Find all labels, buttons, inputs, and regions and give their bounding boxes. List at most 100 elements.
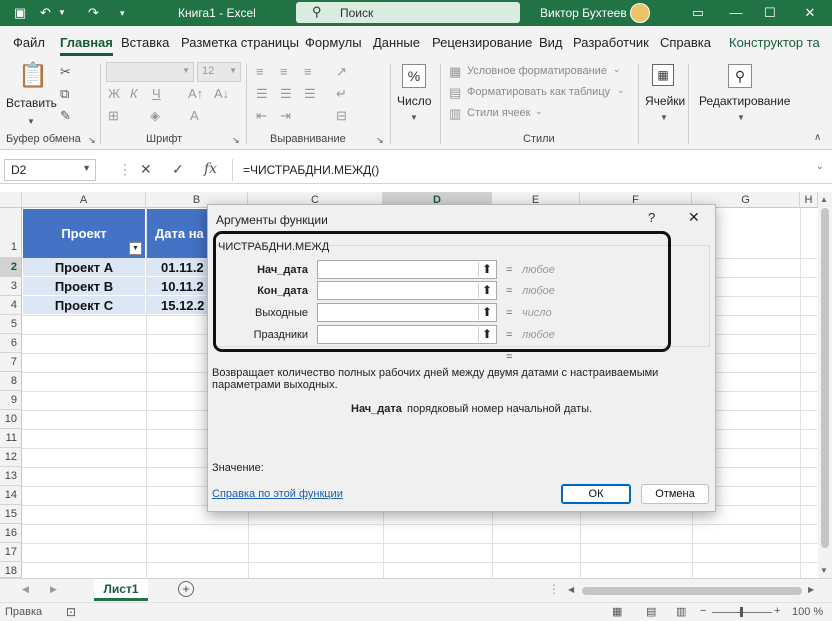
underline-icon[interactable]: Ч [152, 86, 161, 102]
zoom-slider-handle[interactable] [740, 607, 743, 617]
row-header-3[interactable]: 3 [0, 277, 22, 296]
cell-styles-button[interactable]: Стили ячеек [467, 107, 530, 119]
maximize-icon[interactable]: ☐ [760, 3, 780, 23]
customize-toolbar-icon[interactable]: ▾ [120, 5, 125, 21]
row-header-7[interactable]: 7 [0, 353, 22, 372]
paste-icon[interactable]: 📋 [18, 62, 48, 90]
close-icon[interactable]: ✕ [688, 209, 700, 226]
formula-input[interactable]: =ЧИСТРАБДНИ.МЕЖД() [232, 159, 828, 181]
page-layout-view-icon[interactable]: ▤ [646, 605, 656, 618]
tab-table-design[interactable]: Конструктор та [729, 35, 820, 50]
save-icon[interactable]: ▣ [14, 5, 26, 21]
tab-insert[interactable]: Вставка [121, 35, 169, 50]
tab-view[interactable]: Вид [539, 35, 563, 50]
paste-dropdown-icon[interactable]: ▼ [27, 114, 35, 130]
row-header-12[interactable]: 12 [0, 448, 22, 467]
column-header-h[interactable]: H [800, 192, 818, 208]
cancel-icon[interactable]: ✕ [140, 161, 152, 178]
number-label[interactable]: Число [397, 94, 432, 108]
italic-icon[interactable]: К [130, 86, 138, 102]
decrease-font-icon[interactable]: A↓ [214, 86, 229, 102]
row-header-2[interactable]: 2 [0, 258, 22, 277]
normal-view-icon[interactable]: ▦ [612, 605, 622, 618]
column-header-a[interactable]: A [22, 192, 146, 208]
cut-icon[interactable]: ✂ [60, 64, 71, 80]
tab-file[interactable]: Файл [13, 35, 45, 50]
row-header-6[interactable]: 6 [0, 334, 22, 353]
row-header-14[interactable]: 14 [0, 486, 22, 505]
increase-font-icon[interactable]: A↑ [188, 86, 203, 102]
table-header-project[interactable]: Проект ▼ [23, 209, 145, 258]
scroll-thumb[interactable] [821, 208, 829, 548]
sheet-tab-1[interactable]: Лист1 [94, 579, 148, 601]
font-color-icon[interactable]: A [190, 108, 199, 124]
user-name[interactable]: Виктор Бухтеев [540, 6, 627, 20]
format-painter-icon[interactable]: ✎ [60, 108, 71, 124]
cells-icon[interactable]: ▦ [652, 64, 674, 86]
row-header-18[interactable]: 18 [0, 562, 22, 578]
fill-color-icon[interactable]: ◈ [150, 108, 160, 124]
increase-indent-icon[interactable]: ⇥ [280, 108, 291, 124]
cells-dropdown-icon[interactable]: ▼ [660, 110, 668, 126]
name-box[interactable]: D2 ▼ [4, 159, 96, 181]
scroll-left-icon[interactable]: ◀ [568, 585, 574, 594]
wrap-text-icon[interactable]: ↵ [336, 86, 347, 102]
font-launcher-icon[interactable]: ↘ [232, 132, 240, 148]
help-icon[interactable]: ? [648, 210, 655, 225]
avatar[interactable] [630, 3, 650, 23]
conditional-formatting-button[interactable]: Условное форматирование [467, 65, 607, 77]
clipboard-launcher-icon[interactable]: ↘ [88, 132, 96, 148]
expand-formula-icon[interactable]: ⌄ [816, 161, 824, 172]
ribbon-display-icon[interactable]: ▭ [688, 3, 708, 23]
orientation-icon[interactable]: ↗ [336, 64, 347, 80]
cell-a3[interactable]: Проект В [23, 277, 145, 296]
alignment-launcher-icon[interactable]: ↘ [376, 132, 384, 148]
row-header-4[interactable]: 4 [0, 296, 22, 315]
borders-icon[interactable]: ⊞ [108, 108, 119, 124]
row-header-5[interactable]: 5 [0, 315, 22, 334]
row-header-17[interactable]: 17 [0, 543, 22, 562]
align-left-icon[interactable]: ☰ [256, 86, 268, 102]
editing-dropdown-icon[interactable]: ▼ [737, 110, 745, 126]
zoom-out-icon[interactable]: − [700, 605, 706, 617]
prev-sheet-icon[interactable]: ◀ [22, 584, 29, 595]
merge-cells-icon[interactable]: ⊟ [336, 108, 347, 124]
tab-formulas[interactable]: Формулы [305, 35, 362, 50]
row-header-8[interactable]: 8 [0, 372, 22, 391]
find-icon[interactable]: ⚲ [728, 64, 752, 88]
scroll-up-icon[interactable]: ▲ [820, 195, 828, 204]
row-header-11[interactable]: 11 [0, 429, 22, 448]
horizontal-scroll-thumb[interactable] [582, 587, 802, 595]
scroll-down-icon[interactable]: ▼ [820, 566, 828, 575]
page-break-view-icon[interactable]: ▥ [676, 605, 686, 618]
number-format-icon[interactable]: % [402, 64, 426, 88]
enter-icon[interactable]: ✓ [172, 161, 184, 178]
help-link[interactable]: Справка по этой функции [212, 488, 343, 500]
minimize-icon[interactable]: — [726, 3, 746, 23]
paste-label[interactable]: Вставить [6, 96, 57, 110]
tab-page-layout[interactable]: Разметка страницы [181, 35, 299, 50]
editing-label[interactable]: Редактирование [699, 94, 790, 108]
undo-icon[interactable]: ↶ [40, 5, 51, 21]
decrease-indent-icon[interactable]: ⇤ [256, 108, 267, 124]
scroll-right-icon[interactable]: ▶ [808, 585, 814, 594]
search-box[interactable]: ⚲ Поиск [296, 2, 520, 23]
filter-dropdown-icon[interactable]: ▼ [129, 242, 142, 255]
collapse-ribbon-icon[interactable]: ∧ [814, 130, 821, 146]
number-dropdown-icon[interactable]: ▼ [410, 110, 418, 126]
tab-help[interactable]: Справка [660, 35, 711, 50]
align-bottom-icon[interactable]: ≡ [304, 64, 312, 80]
row-header-9[interactable]: 9 [0, 391, 22, 410]
insert-function-icon[interactable]: fx [204, 161, 217, 177]
row-header-13[interactable]: 13 [0, 467, 22, 486]
zoom-level[interactable]: 100 % [792, 606, 823, 618]
undo-dropdown-icon[interactable]: ▼ [58, 5, 66, 21]
vertical-scrollbar[interactable]: ▲ ▼ [818, 192, 832, 578]
font-size-combo[interactable]: 12 ▼ [197, 62, 241, 82]
cell-a4[interactable]: Проект С [23, 296, 145, 315]
cell-a2[interactable]: Проект А [23, 258, 145, 277]
select-all-corner[interactable] [0, 192, 22, 208]
cancel-button[interactable]: Отмена [641, 484, 709, 504]
row-header-1[interactable]: 1 [0, 208, 22, 258]
align-middle-icon[interactable]: ≡ [280, 64, 288, 80]
